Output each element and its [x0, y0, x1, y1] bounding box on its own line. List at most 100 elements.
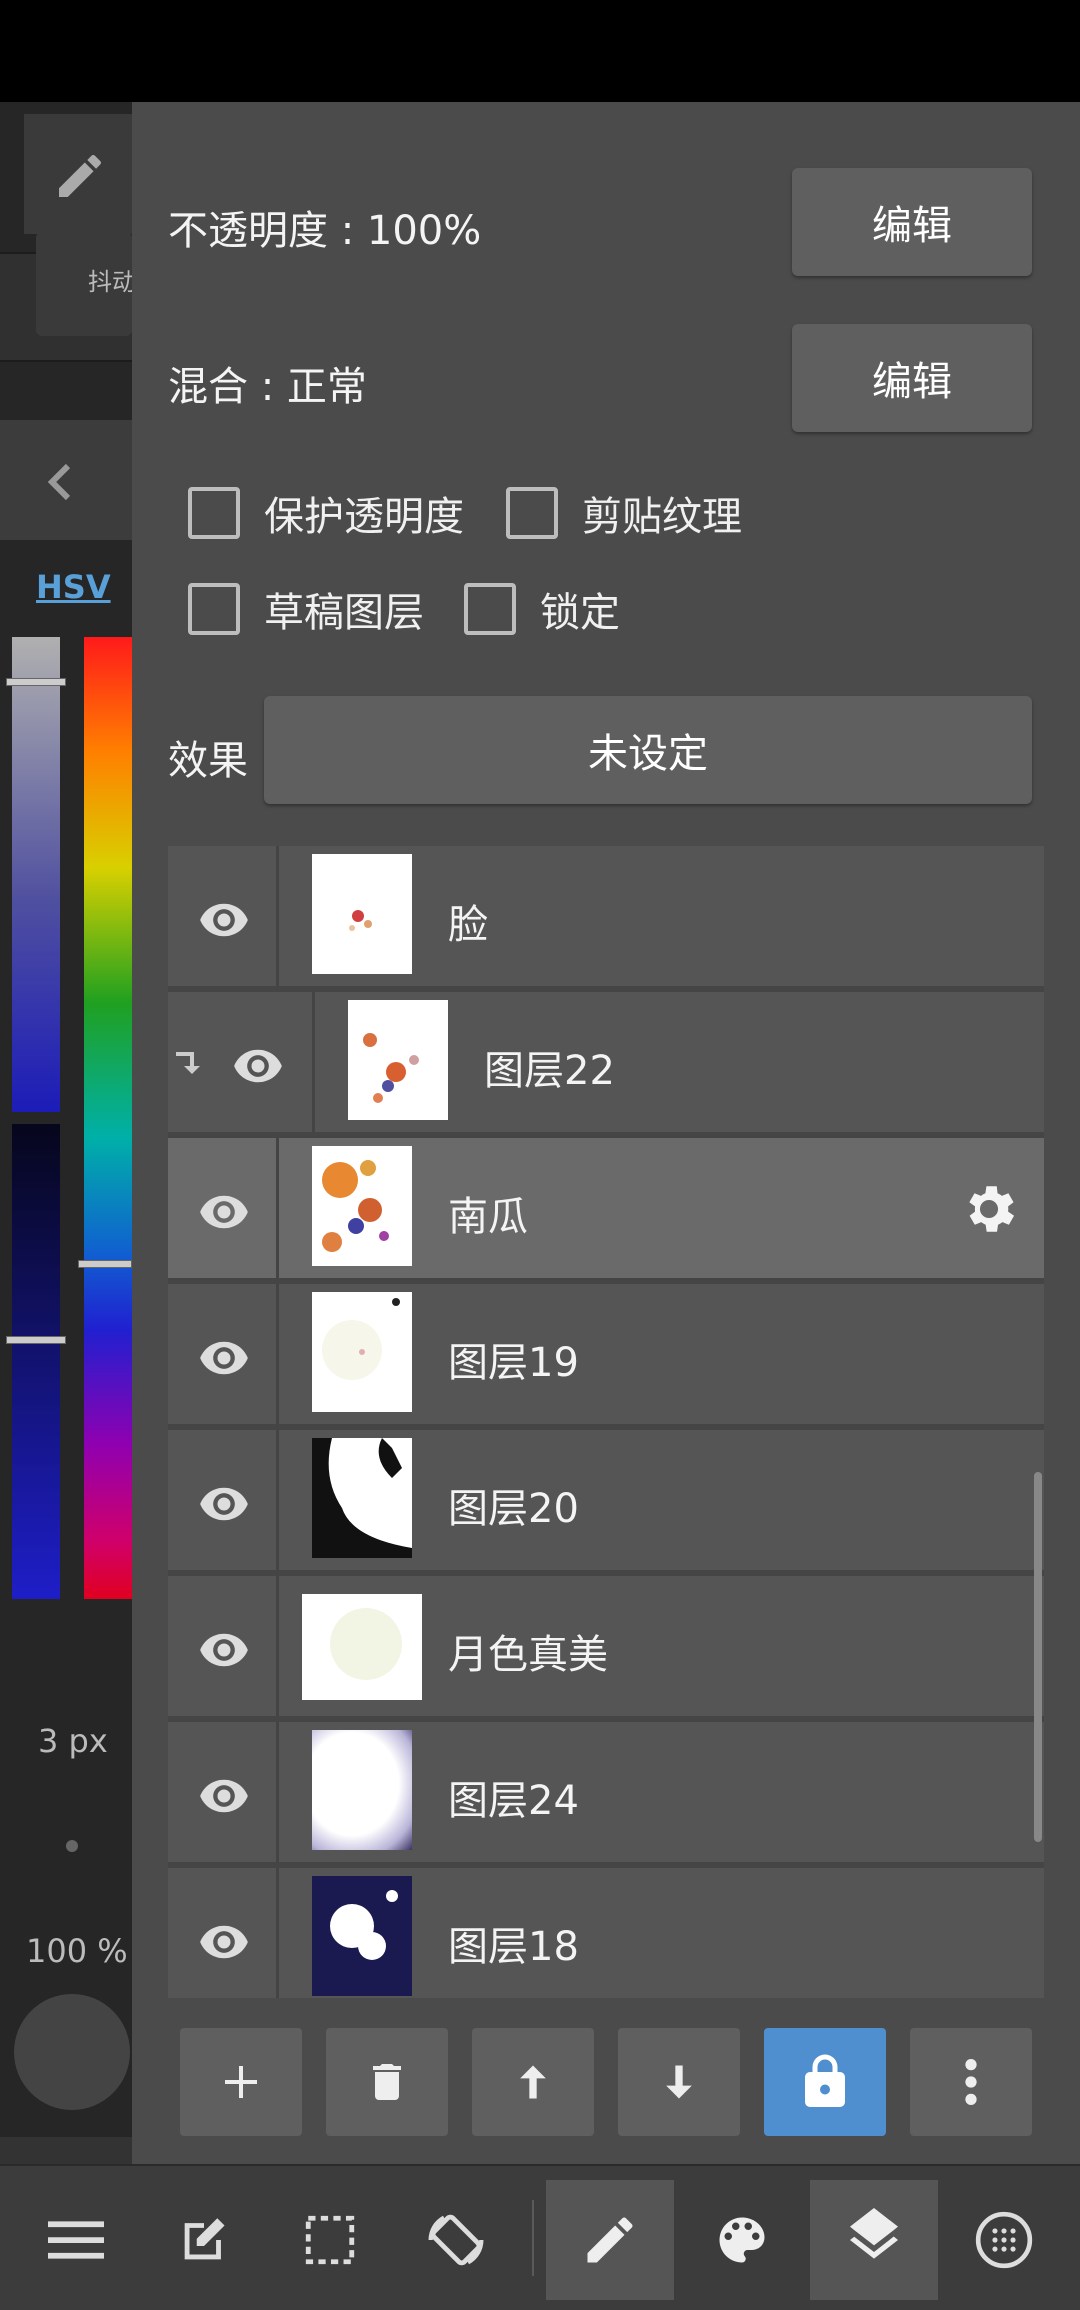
lock-icon: [805, 2054, 845, 2107]
checkbox-box: [506, 487, 558, 539]
row-divider: [276, 1430, 279, 1570]
toolbar-separator: [532, 2200, 534, 2276]
delete-layer-button[interactable]: [326, 2028, 448, 2136]
hue-thumb[interactable]: [78, 1260, 132, 1268]
brush-chip-label: 抖动: [88, 268, 136, 296]
checkbox-label: 草稿图层: [264, 590, 424, 636]
layer-name: 图层19: [448, 1340, 579, 1386]
left-tool-strip: 抖动 HSV 3 px 100 %: [0, 102, 136, 2263]
layer-list-scrollbar[interactable]: [1034, 1472, 1042, 1842]
arrow-up-icon: [520, 2065, 546, 2099]
pen-icon: [587, 2217, 633, 2263]
trash-icon: [373, 2064, 401, 2100]
layer-thumbnail: [312, 1876, 412, 1996]
layer-row-selected[interactable]: 南瓜: [168, 1138, 1044, 1284]
layer-name: 脸: [448, 902, 488, 948]
row-divider: [312, 992, 315, 1132]
arrow-down-icon: [666, 2065, 692, 2099]
blend-edit-button[interactable]: 编辑: [792, 324, 1032, 432]
layer-row[interactable]: 脸: [168, 846, 1044, 992]
checkbox-label: 锁定: [540, 590, 620, 636]
saturation-slider[interactable]: [12, 637, 60, 1112]
eye-icon[interactable]: [198, 1770, 250, 1822]
effect-label: 效果: [168, 738, 248, 784]
eye-icon[interactable]: [198, 1186, 250, 1238]
checkbox-box: [188, 487, 240, 539]
rotate-button[interactable]: [392, 2180, 520, 2300]
layer-row[interactable]: 图层19: [168, 1284, 1044, 1430]
layer-thumbnail: [312, 854, 412, 974]
layer-row[interactable]: 图层24: [168, 1722, 1044, 1868]
layer-row[interactable]: 图层18: [168, 1868, 1044, 1998]
layer-row[interactable]: 月色真美: [168, 1576, 1044, 1722]
pen-tool-nav[interactable]: [546, 2180, 674, 2300]
grid-button[interactable]: [940, 2180, 1068, 2300]
more-vertical-icon: [965, 2059, 977, 2105]
status-bar: [0, 0, 1080, 102]
layer-name: 图层24: [448, 1778, 579, 1824]
layer-row[interactable]: 图层20: [168, 1430, 1044, 1576]
layer-name: 月色真美: [448, 1632, 608, 1678]
menu-icon: [48, 2221, 104, 2259]
opacity-edit-button[interactable]: 编辑: [792, 168, 1032, 276]
pen-tool-button[interactable]: [24, 114, 132, 234]
row-divider: [276, 846, 279, 986]
draft-layer-checkbox[interactable]: 草稿图层: [188, 580, 424, 638]
lock-layer-button[interactable]: [764, 2028, 886, 2136]
opacity-label: 不透明度 : 100%: [168, 208, 482, 254]
layer-thumbnail: [302, 1594, 422, 1700]
brush-preview-dot: [66, 1840, 78, 1852]
checkbox-box: [464, 583, 516, 635]
pen-icon: [59, 154, 102, 197]
palette-icon: [719, 2217, 765, 2263]
saturation-thumb[interactable]: [6, 678, 66, 686]
color-preview[interactable]: [14, 1994, 130, 2110]
edit-square-icon: [184, 2218, 225, 2260]
eye-icon[interactable]: [198, 1478, 250, 1530]
collapse-button[interactable]: [0, 420, 132, 540]
layer-row[interactable]: 图层22: [168, 992, 1044, 1138]
move-layer-down-button[interactable]: [618, 2028, 740, 2136]
edit-button[interactable]: [140, 2180, 268, 2300]
effect-button[interactable]: 未设定: [264, 696, 1032, 804]
eye-icon[interactable]: [198, 1332, 250, 1384]
eye-icon[interactable]: [198, 894, 250, 946]
layer-list[interactable]: 脸 图层22 南瓜 图层19 图层20 月色真美 图层24 图层18: [168, 846, 1044, 1998]
layer-name: 图层22: [484, 1048, 615, 1094]
grid-dots-icon: [975, 2211, 1033, 2269]
more-options-button[interactable]: [910, 2028, 1032, 2136]
brush-chip[interactable]: 抖动: [36, 232, 136, 336]
layer-panel: 不透明度 : 100% 编辑 混合 : 正常 编辑 保护透明度 剪贴纹理 草稿图…: [132, 102, 1080, 2164]
hsv-tab[interactable]: HSV: [36, 568, 111, 606]
color-palette-button[interactable]: [678, 2180, 806, 2300]
protect-alpha-checkbox[interactable]: 保护透明度: [188, 484, 464, 542]
hue-slider[interactable]: [84, 637, 132, 1599]
move-layer-up-button[interactable]: [472, 2028, 594, 2136]
layer-name: 南瓜: [448, 1194, 528, 1240]
add-icon: [225, 2066, 257, 2098]
checkbox-label: 剪贴纹理: [582, 494, 742, 540]
layer-name: 图层20: [448, 1486, 579, 1532]
row-divider: [276, 1576, 279, 1716]
eye-icon[interactable]: [198, 1624, 250, 1676]
value-slider[interactable]: [12, 1124, 60, 1599]
selection-button[interactable]: [266, 2180, 394, 2300]
layer-thumbnail: [312, 1438, 412, 1558]
add-layer-button[interactable]: [180, 2028, 302, 2136]
selection-icon: [305, 2215, 355, 2265]
eye-icon[interactable]: [198, 1916, 250, 1968]
layer-thumbnail: [348, 1000, 448, 1120]
gear-icon[interactable]: [958, 1178, 1020, 1240]
eye-icon[interactable]: [232, 1040, 284, 1092]
checkbox-box: [188, 583, 240, 635]
layer-thumbnail: [312, 1146, 412, 1266]
row-divider: [276, 1138, 279, 1278]
clipping-checkbox[interactable]: 剪贴纹理: [506, 484, 742, 542]
menu-button[interactable]: [12, 2180, 140, 2300]
value-thumb[interactable]: [6, 1336, 66, 1344]
lock-checkbox[interactable]: 锁定: [464, 580, 620, 638]
clip-arrow-icon: [176, 1052, 200, 1074]
layer-name: 图层18: [448, 1924, 579, 1970]
row-divider: [276, 1722, 279, 1862]
layers-nav[interactable]: [810, 2180, 938, 2300]
